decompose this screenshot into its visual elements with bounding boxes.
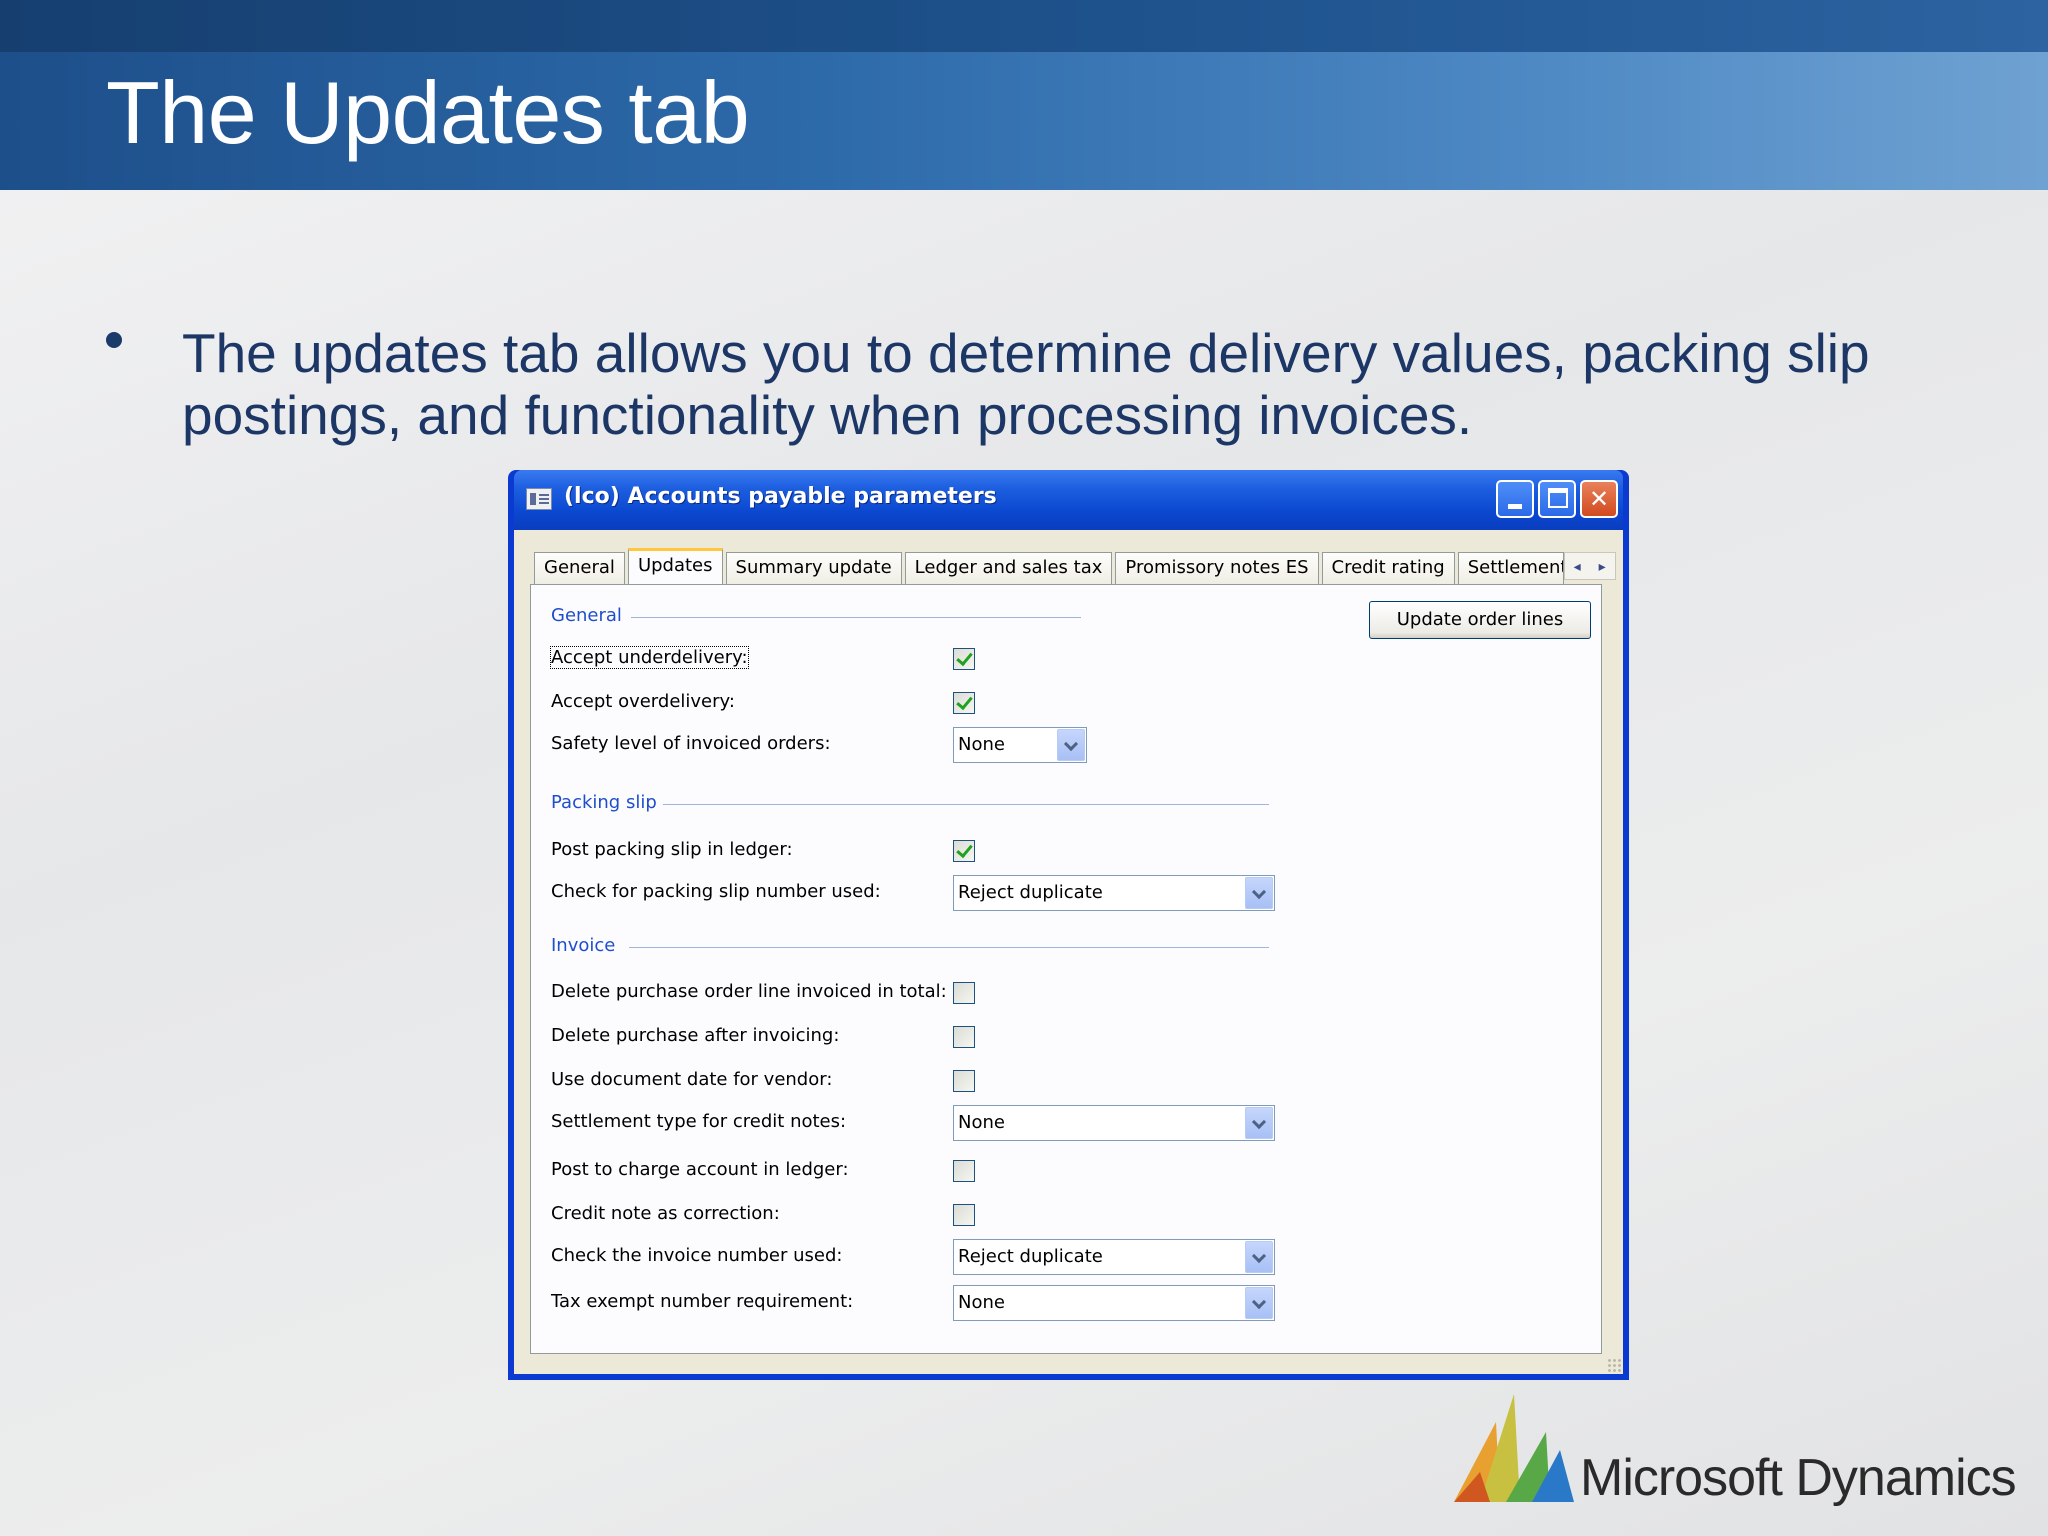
tax-exempt-select[interactable]: None [953, 1285, 1275, 1321]
accept-underdelivery-checkbox[interactable] [953, 648, 975, 670]
tax-exempt-label: Tax exempt number requirement: [551, 1291, 854, 1312]
minimize-button[interactable] [1496, 480, 1534, 518]
delete-po-line-checkbox[interactable] [953, 982, 975, 1004]
tab-scroll-left-icon[interactable]: ◂ [1574, 558, 1581, 575]
group-header-invoice: Invoice [551, 935, 616, 956]
microsoft-dynamics-logo-icon [1454, 1394, 1574, 1502]
safety-level-label: Safety level of invoiced orders: [551, 733, 831, 754]
check-packing-slip-label: Check for packing slip number used: [551, 881, 881, 902]
settlement-type-value: None [958, 1112, 1005, 1133]
group-divider [663, 804, 1269, 805]
tab-ledger-and-sales-tax[interactable]: Ledger and sales tax [904, 552, 1113, 584]
window-body: General Updates Summary update Ledger an… [514, 530, 1623, 1374]
group-divider [629, 947, 1269, 948]
check-invoice-number-label: Check the invoice number used: [551, 1245, 843, 1266]
resize-grip[interactable] [1607, 1358, 1621, 1372]
tab-strip: General Updates Summary update Ledger an… [534, 548, 1616, 584]
accounts-payable-parameters-window: (lco) Accounts payable parameters ✕ Gene… [508, 470, 1629, 1380]
window-titlebar[interactable]: (lco) Accounts payable parameters ✕ [514, 470, 1623, 530]
credit-note-correction-label: Credit note as correction: [551, 1203, 780, 1224]
form-icon [526, 488, 552, 510]
credit-note-correction-checkbox[interactable] [953, 1204, 975, 1226]
bullet-text: The updates tab allows you to determine … [182, 322, 1870, 446]
minimize-icon [1508, 504, 1522, 509]
delete-purchase-label: Delete purchase after invoicing: [551, 1025, 840, 1046]
tab-settlement[interactable]: Settlement [1457, 552, 1564, 584]
safety-level-select[interactable]: None [953, 727, 1087, 763]
post-packing-slip-checkbox[interactable] [953, 840, 975, 862]
use-document-date-checkbox[interactable] [953, 1070, 975, 1092]
group-header-general: General [551, 605, 622, 626]
post-packing-slip-label: Post packing slip in ledger: [551, 839, 793, 860]
delete-po-line-label: Delete purchase order line invoiced in t… [551, 981, 947, 1002]
check-invoice-number-select[interactable]: Reject duplicate [953, 1239, 1275, 1275]
window-title: (lco) Accounts payable parameters [564, 484, 997, 509]
tax-exempt-value: None [958, 1292, 1005, 1313]
settlement-type-select[interactable]: None [953, 1105, 1275, 1141]
close-icon: ✕ [1588, 485, 1610, 513]
accept-overdelivery-checkbox[interactable] [953, 692, 975, 714]
safety-level-value: None [958, 734, 1005, 755]
bullet-dot [106, 332, 122, 348]
microsoft-dynamics-logo-text: Microsoft Dynamics [1580, 1449, 2017, 1507]
accept-overdelivery-label: Accept overdelivery: [551, 691, 735, 712]
slide-title: The Updates tab [106, 63, 750, 162]
tab-updates[interactable]: Updates [627, 548, 723, 584]
chevron-down-icon[interactable] [1057, 729, 1085, 761]
delete-purchase-checkbox[interactable] [953, 1026, 975, 1048]
chevron-down-icon[interactable] [1245, 1241, 1273, 1273]
maximize-button[interactable] [1538, 480, 1576, 518]
chevron-down-icon[interactable] [1245, 877, 1273, 909]
accept-underdelivery-label: Accept underdelivery: [550, 646, 749, 669]
tab-scroll-arrows: ◂ ▸ [1563, 552, 1616, 580]
chevron-down-icon[interactable] [1245, 1287, 1273, 1319]
use-document-date-label: Use document date for vendor: [551, 1069, 833, 1090]
close-button[interactable]: ✕ [1580, 480, 1618, 518]
settlement-type-label: Settlement type for credit notes: [551, 1111, 847, 1132]
check-packing-slip-value: Reject duplicate [958, 882, 1103, 903]
group-header-packing-slip: Packing slip [551, 792, 657, 813]
tab-promissory-notes-es[interactable]: Promissory notes ES [1115, 552, 1319, 584]
tab-general[interactable]: General [534, 552, 625, 584]
post-charge-account-label: Post to charge account in ledger: [551, 1159, 849, 1180]
tab-credit-rating[interactable]: Credit rating [1321, 552, 1455, 584]
maximize-icon [1548, 488, 1568, 508]
tab-summary-update[interactable]: Summary update [725, 552, 902, 584]
post-charge-account-checkbox[interactable] [953, 1160, 975, 1182]
check-packing-slip-select[interactable]: Reject duplicate [953, 875, 1275, 911]
group-divider [631, 617, 1081, 618]
updates-tab-panel: Update order lines General Accept underd… [530, 584, 1602, 1354]
check-invoice-number-value: Reject duplicate [958, 1246, 1103, 1267]
chevron-down-icon[interactable] [1245, 1107, 1273, 1139]
update-order-lines-button[interactable]: Update order lines [1369, 601, 1591, 639]
tab-scroll-right-icon[interactable]: ▸ [1599, 558, 1606, 575]
